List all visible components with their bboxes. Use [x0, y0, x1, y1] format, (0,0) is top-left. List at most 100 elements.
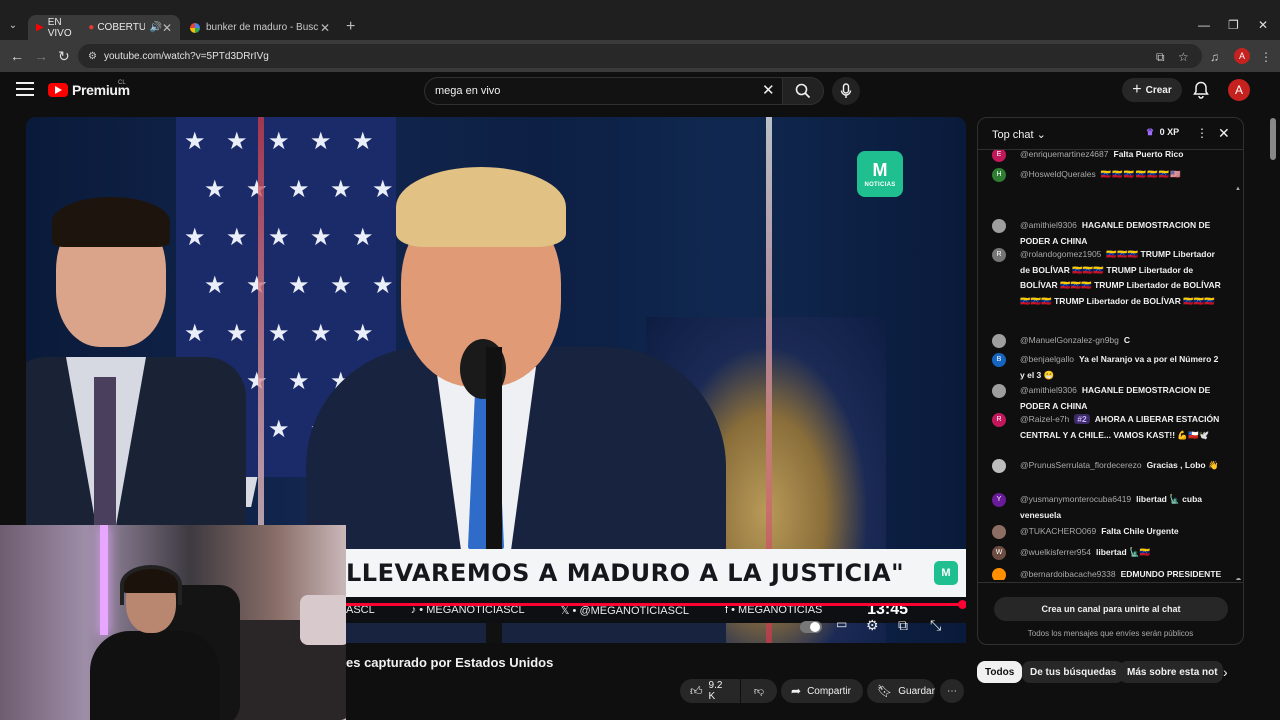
browser-profile-avatar[interactable]: A	[1234, 48, 1250, 64]
new-tab-icon[interactable]: +	[346, 18, 355, 36]
close-window-icon[interactable]: ✕	[1258, 18, 1268, 32]
chip-all[interactable]: Todos	[977, 661, 1023, 683]
like-count: 9.2 K	[708, 680, 723, 702]
chat-footer: Crea un canal para unirte al chat Todos …	[978, 582, 1243, 644]
save-label: Guardar	[898, 685, 935, 697]
reload-icon[interactable]: ↻	[58, 48, 70, 65]
browser-tab-google[interactable]: bunker de maduro - Buscar con ✕	[182, 15, 338, 40]
chip-more-about[interactable]: Más sobre esta not	[1119, 661, 1223, 683]
region-code: CL	[118, 80, 126, 86]
scroll-up-icon[interactable]: ▲	[1235, 186, 1241, 192]
chat-text: 🇻🇪🇻🇪🇻🇪🇻🇪🇻🇪🇻🇪🇺🇸	[1100, 169, 1182, 179]
chat-author[interactable]: @Raizel-e7h	[1020, 414, 1069, 424]
settings-gear-icon[interactable]: ⚙	[866, 617, 879, 634]
subtitles-icon[interactable]: ▭	[836, 617, 847, 631]
chat-author[interactable]: @bernardoibacache9338	[1020, 569, 1116, 579]
streamer-webcam-overlay	[0, 525, 346, 720]
create-channel-button[interactable]: Crea un canal para unirte al chat	[994, 597, 1228, 621]
create-label: Crear	[1145, 84, 1172, 96]
headline-banner: LLEVAREMOS A MADURO A LA JUSTICIA" M	[346, 549, 966, 597]
install-app-icon[interactable]: ⧉	[1156, 50, 1165, 65]
media-control-icon[interactable]: ♫	[1210, 50, 1219, 64]
forward-icon[interactable]: →	[34, 48, 48, 64]
chevron-down-icon: ⌄	[1036, 129, 1046, 141]
autoplay-toggle[interactable]	[800, 621, 822, 633]
banner-logo-icon: M	[934, 561, 958, 585]
url-text: youtube.com/watch?v=5PTd3DRrIVg	[104, 50, 269, 62]
browser-toolbar: ← → ↻ youtube.com/watch?v=5PTd3DRrIVg ⚙ …	[0, 40, 1280, 72]
chat-text: Falta Chile Urgente	[1101, 526, 1179, 536]
tab-live-label: EN VIVO	[47, 16, 72, 39]
address-bar[interactable]: youtube.com/watch?v=5PTd3DRrIVg	[78, 44, 1202, 68]
voice-search-button[interactable]	[832, 77, 860, 105]
site-info-icon[interactable]: ⚙	[88, 51, 98, 62]
chat-author[interactable]: @PrunusSerrulata_flordecerezo	[1020, 460, 1142, 470]
search-button[interactable]	[782, 77, 824, 105]
chat-message: E @enriquemartinez4687 Falta Puerto Rico	[992, 150, 1224, 163]
search-input[interactable]: mega en vivo	[424, 77, 782, 105]
chat-message: W @wuelkisferrer954 libertad 🗽🇻🇪	[992, 545, 1224, 561]
tab-search-button[interactable]: ⌄	[4, 16, 22, 34]
chat-more-icon[interactable]: ⋮	[1196, 126, 1208, 140]
fullscreen-icon[interactable]: ⤡	[930, 617, 941, 634]
chat-author[interactable]: @TUKACHERO069	[1020, 526, 1096, 536]
restore-icon[interactable]: ❐	[1228, 18, 1239, 32]
save-button[interactable]: 🔖︎ Guardar	[867, 679, 935, 703]
avatar	[992, 219, 1006, 233]
chat-author[interactable]: @enriquemartinez4687	[1020, 150, 1109, 159]
create-button[interactable]: + Crear	[1122, 78, 1182, 102]
chat-message: B @benjaelgallo Ya el Naranjo va a por el…	[992, 352, 1224, 383]
avatar: R	[992, 248, 1006, 262]
video-title: es capturado por Estados Unidos	[346, 655, 554, 670]
close-tab-icon[interactable]: ✕	[162, 21, 172, 35]
avatar: Y	[992, 493, 1006, 507]
chat-message: @TUKACHERO069 Falta Chile Urgente	[992, 524, 1224, 540]
chat-author[interactable]: @rolandogomez1905	[1020, 249, 1101, 259]
avatar: E	[992, 150, 1006, 162]
bookmark-star-icon[interactable]: ☆	[1178, 50, 1189, 64]
minimize-icon[interactable]: —	[1198, 18, 1210, 32]
chat-author[interactable]: @HosweldQuerales	[1020, 169, 1096, 179]
chat-scrollbar-thumb[interactable]	[1236, 578, 1241, 580]
avatar: W	[992, 546, 1006, 560]
account-avatar[interactable]: A	[1228, 79, 1250, 101]
xp-badge[interactable]: ♛ 0 XP	[1146, 127, 1179, 138]
clear-search-icon[interactable]: ✕	[762, 81, 775, 99]
speaker-icon[interactable]: 🔊	[149, 22, 161, 33]
browser-tab-youtube[interactable]: ▶ EN VIVO ● COBERTURA E 🔊 ✕	[28, 15, 180, 40]
chevron-right-icon[interactable]: ›	[1223, 664, 1228, 680]
hamburger-menu-icon[interactable]	[16, 82, 34, 96]
chat-author[interactable]: @amithiel9306	[1020, 385, 1077, 395]
like-button[interactable]: 👍︎ 9.2 K	[680, 679, 740, 703]
avatar	[992, 459, 1006, 473]
back-icon[interactable]: ←	[10, 48, 24, 64]
chip-from-searches[interactable]: De tus búsquedas	[1022, 661, 1125, 683]
chat-message: R @Raizel-e7h #2 AHORA A LIBERAR ESTACIÓN …	[992, 412, 1224, 443]
chat-message: Y @yusmanymonterocuba6419 libertad 🗽 cuba…	[992, 492, 1224, 523]
chat-author[interactable]: @ManuelGonzalez-gn9bg	[1020, 335, 1119, 345]
miniplayer-icon[interactable]: ⧉	[898, 617, 908, 634]
chat-author[interactable]: @yusmanymonterocuba6419	[1020, 494, 1131, 504]
chat-text: EDMUNDO PRESIDENTE	[1120, 569, 1222, 579]
flag-star: ★	[352, 128, 374, 155]
progress-bar[interactable]	[346, 603, 960, 606]
chat-message-list[interactable]: E @enriquemartinez4687 Falta Puerto Rico …	[978, 150, 1243, 580]
share-button[interactable]: ➦ Compartir	[781, 679, 863, 703]
close-chat-icon[interactable]: ✕	[1218, 125, 1230, 142]
chat-author[interactable]: @benjaelgallo	[1020, 354, 1074, 364]
progress-scrubber[interactable]	[958, 600, 966, 609]
avatar	[992, 568, 1006, 580]
chat-author[interactable]: @wuelkisferrer954	[1020, 547, 1091, 557]
chat-message: R @rolandogomez1905 🇻🇪🇻🇪🇻🇪 TRUMP Libertad…	[992, 247, 1224, 309]
youtube-play-icon	[48, 83, 68, 97]
close-tab-icon[interactable]: ✕	[320, 21, 330, 35]
avatar: H	[992, 168, 1006, 182]
chat-author[interactable]: @amithiel9306	[1020, 220, 1077, 230]
browser-menu-icon[interactable]: ⋮	[1260, 50, 1272, 64]
notifications-bell-icon[interactable]	[1193, 81, 1209, 104]
thumbs-down-icon: 👎︎	[753, 686, 765, 697]
page-scrollbar-thumb[interactable]	[1270, 118, 1276, 160]
more-actions-button[interactable]: ⋯	[940, 679, 964, 703]
chat-mode-dropdown[interactable]: Top chat ⌄	[992, 128, 1046, 141]
dislike-button[interactable]: 👎︎	[741, 679, 777, 703]
